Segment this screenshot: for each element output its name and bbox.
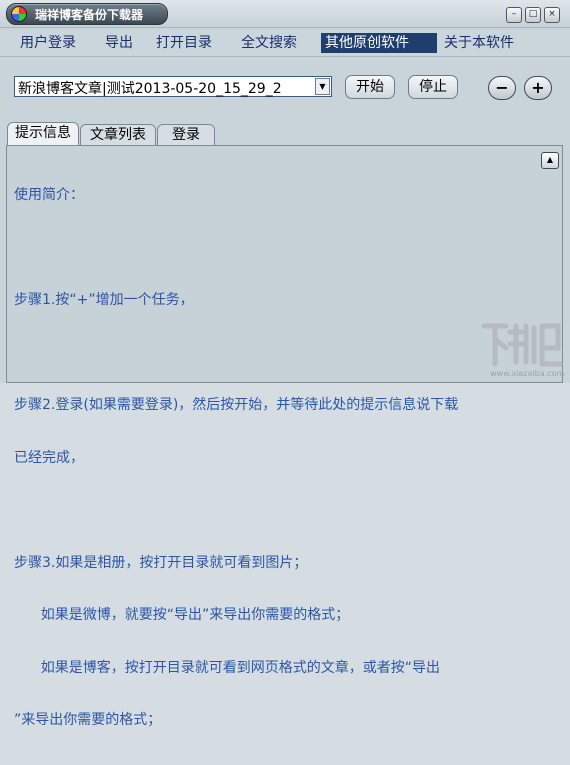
watermark-url: www.xiazaiba.com — [490, 369, 565, 378]
tips-line: 使用简介： — [14, 187, 84, 203]
maximize-button[interactable]: □ — [525, 7, 541, 23]
tips-line — [14, 240, 458, 258]
menu-about[interactable]: 关于本软件 — [440, 33, 518, 53]
chevron-down-icon[interactable]: ▼ — [315, 78, 330, 95]
scroll-up-icon[interactable]: ▲ — [541, 152, 559, 169]
app-logo-icon — [11, 6, 27, 22]
tab-tips[interactable]: 提示信息 — [7, 122, 79, 145]
remove-task-button[interactable]: − — [488, 76, 516, 100]
tips-line: 步骤2.登录(如果需要登录)，然后按开始，并等待此处的提示信息说下载 — [14, 397, 459, 413]
tab-article-list[interactable]: 文章列表 — [80, 124, 156, 145]
tips-line: 如果是博客，按打开目录就可看到网页格式的文章，或者按“导出 — [14, 659, 440, 676]
tips-line: 已经完成， — [14, 449, 84, 466]
tips-line: 步骤3.如果是相册，按打开目录就可看到图片； — [14, 554, 308, 571]
menu-other-software[interactable]: 其他原创软件 — [321, 33, 437, 53]
start-button[interactable]: 开始 — [345, 75, 395, 99]
tips-line — [14, 345, 458, 363]
menu-open-directory[interactable]: 打开目录 — [152, 33, 216, 53]
close-button[interactable]: × — [544, 7, 560, 23]
title-bar[interactable]: 瑞祥博客备份下载器 – □ × — [0, 0, 570, 28]
title-pill: 瑞祥博客备份下载器 — [6, 3, 168, 25]
task-select[interactable]: 新浪博客文章|测试2013-05-20_15_29_2 ▼ — [14, 76, 332, 97]
tab-login[interactable]: 登录 — [157, 124, 215, 145]
add-task-button[interactable]: + — [524, 76, 552, 100]
menu-export[interactable]: 导出 — [101, 33, 137, 53]
watermark-logo — [481, 323, 563, 367]
task-select-value: 新浪博客文章|测试2013-05-20_15_29_2 — [18, 81, 282, 97]
menu-bar: 用户登录 导出 打开目录 全文搜索 其他原创软件 关于本软件 — [0, 30, 570, 57]
stop-button[interactable]: 停止 — [408, 75, 458, 99]
minimize-button[interactable]: – — [506, 7, 522, 23]
window-title: 瑞祥博客备份下载器 — [35, 8, 144, 22]
app-window: 瑞祥博客备份下载器 – □ × 用户登录 导出 打开目录 全文搜索 其他原创软件… — [0, 0, 570, 728]
tips-line: 步骤1.按“+”增加一个任务， — [14, 292, 194, 308]
tips-line — [14, 502, 458, 520]
tips-line: 如果是微博，就要按“导出”来导出你需要的格式； — [14, 607, 350, 623]
menu-fulltext-search[interactable]: 全文搜索 — [237, 33, 301, 53]
tips-line: ”来导出你需要的格式； — [14, 712, 162, 728]
menu-user-login[interactable]: 用户登录 — [16, 33, 80, 53]
tips-text: 使用简介： 步骤1.按“+”增加一个任务， 步骤2.登录(如果需要登录)，然后按… — [14, 152, 458, 765]
